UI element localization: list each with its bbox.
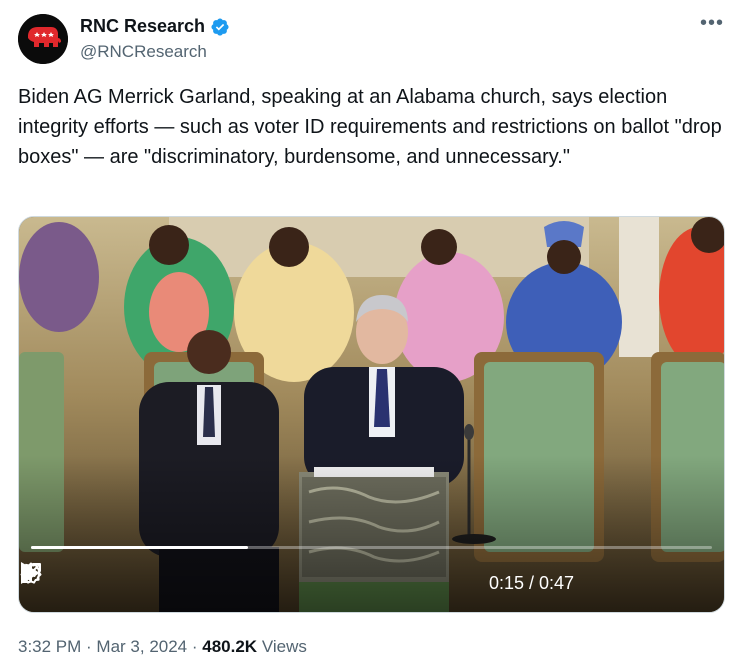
- views-count: 480.2K: [202, 637, 258, 656]
- handle[interactable]: @RNCResearch: [80, 42, 207, 62]
- meta-separator: ·: [187, 637, 203, 656]
- video-frame: [19, 217, 724, 612]
- name-row: RNC Research: [80, 16, 230, 37]
- tweet-date[interactable]: Mar 3, 2024: [96, 637, 187, 656]
- fullscreen-icon[interactable]: [19, 561, 43, 585]
- views-label: Views: [257, 637, 307, 656]
- video-player[interactable]: 0:15 / 0:47: [18, 216, 725, 613]
- tweet-text: Biden AG Merrick Garland, speaking at an…: [18, 86, 722, 168]
- video-time-display: 0:15 / 0:47: [489, 573, 575, 593]
- video-progress-fill: [31, 546, 249, 549]
- meta-separator: ·: [81, 637, 97, 656]
- display-name[interactable]: RNC Research: [80, 16, 205, 37]
- avatar[interactable]: [18, 14, 68, 64]
- tweet-header: RNC Research @RNCResearch •••: [18, 12, 730, 64]
- elephant-logo-icon: [18, 14, 68, 64]
- verified-badge-icon[interactable]: [210, 17, 230, 37]
- tweet-time[interactable]: 3:32 PM: [18, 637, 81, 656]
- video-progress-bar[interactable]: [31, 546, 712, 549]
- tweet-meta: 3:32 PM · Mar 3, 2024 · 480.2K Views: [18, 637, 307, 657]
- more-options-button[interactable]: •••: [698, 12, 726, 40]
- video-controls: 0:15 / 0:47: [19, 561, 724, 605]
